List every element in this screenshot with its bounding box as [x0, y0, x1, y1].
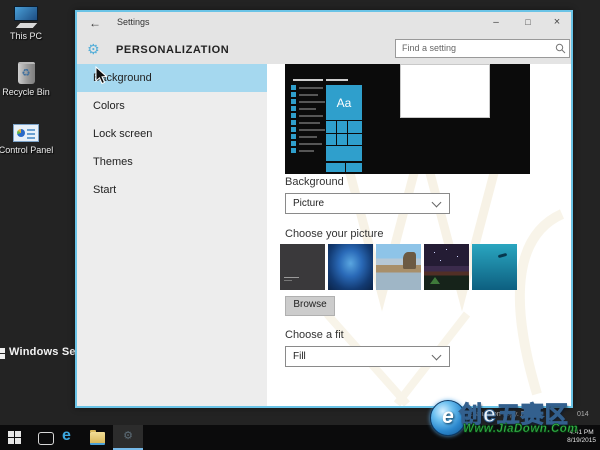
thumbnail-underwater-scene[interactable]: [472, 244, 517, 290]
fit-dropdown[interactable]: Fill: [285, 346, 450, 367]
maximize-button[interactable]: □: [514, 12, 542, 34]
task-view-button[interactable]: [38, 432, 54, 445]
chevron-down-icon: [432, 198, 442, 208]
control-panel-icon: [0, 124, 56, 142]
edge-browser-button[interactable]: e: [62, 427, 71, 445]
gear-icon: ⚙: [87, 39, 100, 59]
search-icon: [555, 43, 566, 54]
desktop-icon-control-panel[interactable]: Control Panel: [0, 124, 56, 155]
clock-time: 4:41 PM: [567, 429, 596, 437]
search-input[interactable]: [396, 40, 552, 55]
eval-watermark-line1: ven a 1: [497, 403, 517, 409]
sidebar-item-background[interactable]: Background: [77, 64, 267, 92]
taskbar-clock[interactable]: 4:41 PM 8/19/2015: [567, 429, 596, 445]
thumbnail-current-dark-wallpaper[interactable]: [280, 244, 325, 290]
eval-watermark-line2-tail: 014: [577, 411, 589, 418]
background-preview: Aa: [285, 64, 530, 174]
settings-app-taskbar-button[interactable]: ⚙: [113, 425, 143, 450]
page-title: PERSONALIZATION: [116, 44, 229, 56]
sidebar: Background Colors Lock screen Themes Sta…: [77, 64, 267, 406]
browse-button[interactable]: Browse: [285, 296, 335, 316]
preview-bottom-tiles: [326, 163, 362, 172]
eval-watermark-line2: Evaluation copy. Bu: [468, 411, 529, 418]
sidebar-item-start[interactable]: Start: [77, 176, 267, 204]
preview-wide-tile: [326, 146, 362, 161]
windows-server-watermark: Windows Se: [9, 346, 76, 358]
windows-logo-fragment-icon: [0, 348, 5, 359]
desktop-icon-recycle-bin[interactable]: ♻ Recycle Bin: [0, 62, 56, 97]
preview-sample-window: [400, 64, 490, 118]
file-explorer-button[interactable]: [90, 432, 105, 445]
desktop-icon-label: Control Panel: [0, 145, 56, 155]
preview-tile-header: [326, 79, 348, 81]
window-title: Settings: [117, 17, 150, 27]
sidebar-item-colors[interactable]: Colors: [77, 92, 267, 120]
close-button[interactable]: ×: [543, 12, 571, 34]
background-type-dropdown[interactable]: Picture: [285, 193, 450, 214]
choose-fit-label: Choose a fit: [285, 329, 344, 341]
content-pane: Aa Background Picture Choose your pictur…: [267, 64, 571, 406]
this-pc-icon: [0, 6, 56, 28]
settings-window: ← Settings – □ × ⚙ PERSONALIZATION Backg…: [75, 10, 573, 408]
preview-start-menu-list: [291, 79, 325, 155]
desktop-icon-label: This PC: [0, 31, 56, 41]
chevron-down-icon: [432, 351, 442, 361]
search-box[interactable]: [395, 39, 570, 58]
preview-tile-grid: [326, 121, 362, 145]
taskbar: e ⚙ 4:41 PM 8/19/2015: [0, 425, 600, 450]
desktop-icon-label: Recycle Bin: [0, 87, 56, 97]
sidebar-item-themes[interactable]: Themes: [77, 148, 267, 176]
start-button[interactable]: [8, 431, 21, 444]
edge-icon: e: [62, 427, 71, 444]
windows-logo-icon: [8, 431, 14, 437]
back-button[interactable]: ←: [89, 15, 101, 31]
preview-aa-tile: Aa: [326, 85, 362, 120]
desktop-icon-this-pc[interactable]: This PC: [0, 6, 56, 41]
recycle-bin-icon: ♻: [0, 62, 56, 84]
thumbnail-windows-hero-blue[interactable]: [328, 244, 373, 290]
minimize-button[interactable]: –: [482, 12, 510, 34]
clock-date: 8/19/2015: [567, 437, 596, 445]
settings-gear-icon: ⚙: [123, 430, 133, 442]
page-header: ⚙ PERSONALIZATION: [77, 34, 571, 64]
background-label: Background: [285, 176, 344, 188]
choose-picture-label: Choose your picture: [285, 228, 383, 240]
picture-thumbnails: [280, 244, 517, 290]
titlebar[interactable]: ← Settings – □ ×: [77, 12, 571, 34]
thumbnail-beach-rocks[interactable]: [376, 244, 421, 290]
sidebar-item-lock-screen[interactable]: Lock screen: [77, 120, 267, 148]
thumbnail-night-sky-camping[interactable]: [424, 244, 469, 290]
